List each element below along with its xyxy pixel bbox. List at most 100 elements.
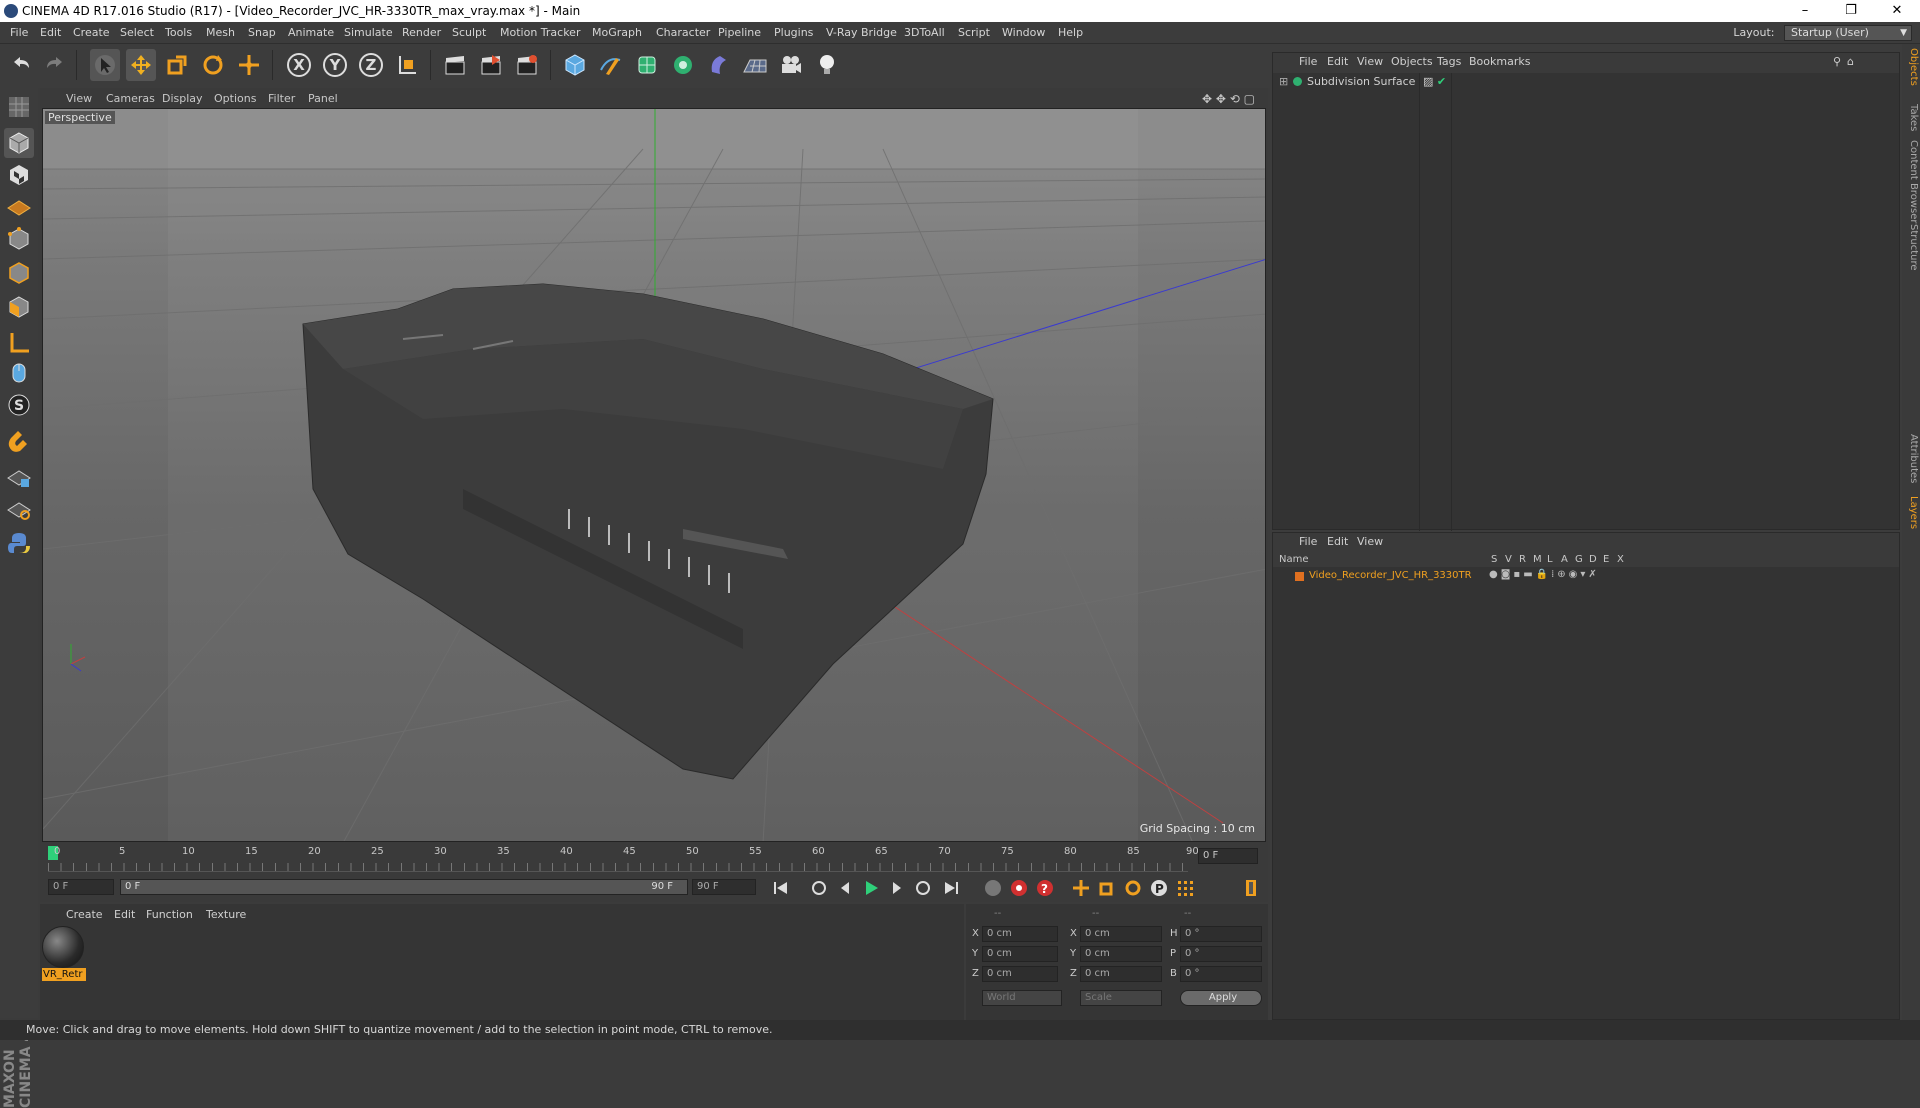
snap-button[interactable]: [4, 426, 34, 456]
object-tag-icons[interactable]: ▨ ✔: [1423, 75, 1446, 88]
prev-key-button[interactable]: [808, 877, 830, 899]
viewport-menu-display[interactable]: Display: [162, 92, 203, 105]
menu-render[interactable]: Render: [402, 26, 441, 39]
col-g[interactable]: G: [1575, 554, 1583, 565]
menu-3dtoall[interactable]: 3DToAll: [904, 26, 945, 39]
objects-menu-file[interactable]: File: [1299, 55, 1317, 68]
texture-mode-button[interactable]: [4, 160, 34, 190]
planar-workplane-button[interactable]: [4, 494, 34, 524]
objects-menu-tags[interactable]: Tags: [1437, 55, 1461, 68]
timeline-ruler[interactable]: 0 5 10 15 20 25 30 35 40 45 50 55 60 65 …: [48, 844, 1199, 872]
menu-sculpt[interactable]: Sculpt: [452, 26, 486, 39]
frame-range-slider[interactable]: 0 F 90 F: [120, 879, 688, 895]
next-key-button[interactable]: [912, 877, 934, 899]
col-l[interactable]: L: [1547, 554, 1553, 565]
layer-row[interactable]: Video_Recorder_JVC_HR_3330TR ●◙▪▬🔒⁞⊕◉▾✗: [1273, 569, 1899, 585]
layers-menu-view[interactable]: View: [1357, 535, 1383, 548]
y-axis-button[interactable]: Y: [320, 49, 350, 81]
render-view-button[interactable]: [440, 49, 470, 81]
record-button[interactable]: [1008, 877, 1030, 899]
tab-layers[interactable]: Layers: [1903, 496, 1919, 529]
goto-end-button[interactable]: [940, 877, 962, 899]
objects-menu-edit[interactable]: Edit: [1327, 55, 1348, 68]
col-v[interactable]: V: [1505, 554, 1512, 565]
redo-button[interactable]: [40, 49, 70, 81]
tab-content-browser[interactable]: Content Browser: [1903, 140, 1919, 223]
timeline-window-button[interactable]: [1240, 877, 1262, 899]
menu-character[interactable]: Character: [656, 26, 710, 39]
material-swatch[interactable]: VR_Retr: [42, 926, 86, 984]
layer-color-swatch[interactable]: [1295, 572, 1304, 581]
tab-structure[interactable]: Structure: [1903, 224, 1919, 271]
menu-create[interactable]: Create: [73, 26, 110, 39]
cube-object-button[interactable]: [560, 49, 590, 81]
apply-button[interactable]: Apply: [1180, 990, 1262, 1006]
rotation-p-field[interactable]: 0 °: [1180, 946, 1262, 962]
viewport-menu-options[interactable]: Options: [214, 92, 256, 105]
deformer-button[interactable]: [704, 49, 734, 81]
menu-window[interactable]: Window: [1002, 26, 1045, 39]
axis-mode-button[interactable]: [4, 328, 34, 358]
col-x[interactable]: X: [1617, 554, 1624, 565]
cloner-button[interactable]: [668, 49, 698, 81]
size-z-field[interactable]: 0 cm: [1080, 966, 1162, 982]
start-frame-field[interactable]: 0 F: [48, 879, 114, 895]
col-r[interactable]: R: [1519, 554, 1526, 565]
undo-button[interactable]: [6, 49, 36, 81]
menu-plugins[interactable]: Plugins: [774, 26, 813, 39]
material-menu-function[interactable]: Function: [146, 908, 193, 921]
render-settings-button[interactable]: [512, 49, 542, 81]
end-frame-field[interactable]: 90 F: [692, 879, 756, 895]
minimize-button[interactable]: –: [1782, 0, 1828, 22]
objects-menu-view[interactable]: View: [1357, 55, 1383, 68]
autokey-button[interactable]: ?: [1034, 877, 1056, 899]
search-icon[interactable]: ⚲: [1833, 55, 1841, 68]
goto-start-button[interactable]: [770, 877, 792, 899]
viewport-menu-filter[interactable]: Filter: [268, 92, 295, 105]
current-frame-field[interactable]: 0 F: [1198, 848, 1258, 864]
maximize-button[interactable]: ❐: [1828, 0, 1874, 22]
layout-dropdown[interactable]: Startup (User) ▼: [1784, 25, 1912, 41]
material-menu-texture[interactable]: Texture: [206, 908, 246, 921]
next-frame-button[interactable]: [886, 877, 908, 899]
render-picture-viewer-button[interactable]: [476, 49, 506, 81]
col-m[interactable]: M: [1533, 554, 1542, 565]
motion-record-button[interactable]: [982, 877, 1004, 899]
key-rotation-button[interactable]: [1122, 877, 1144, 899]
floor-button[interactable]: [740, 49, 770, 81]
workplane-button[interactable]: [4, 190, 34, 220]
layers-menu-file[interactable]: File: [1299, 535, 1317, 548]
key-parameter-button[interactable]: P: [1148, 877, 1170, 899]
z-axis-button[interactable]: Z: [356, 49, 386, 81]
col-d[interactable]: D: [1589, 554, 1597, 565]
layer-toggle-icons[interactable]: ●◙▪▬🔒⁞⊕◉▾✗: [1489, 569, 1600, 580]
material-menu-edit[interactable]: Edit: [114, 908, 135, 921]
point-mode-button[interactable]: [4, 224, 34, 254]
size-x-field[interactable]: 0 cm: [1080, 926, 1162, 942]
menu-pipeline[interactable]: Pipeline: [718, 26, 761, 39]
menu-motion-tracker[interactable]: Motion Tracker: [500, 26, 580, 39]
edge-mode-button[interactable]: [4, 258, 34, 288]
polygon-mode-button[interactable]: [4, 292, 34, 322]
transform-tool-button[interactable]: [234, 49, 264, 81]
material-menu-create[interactable]: Create: [66, 908, 103, 921]
viewport-nav-icons[interactable]: ✥ ✥ ⟲ ▢: [1202, 92, 1255, 106]
expand-icon[interactable]: ⊞: [1279, 75, 1288, 88]
menu-vray-bridge[interactable]: V-Ray Bridge: [826, 26, 897, 39]
menu-mograph[interactable]: MoGraph: [592, 26, 642, 39]
key-scale-button[interactable]: [1096, 877, 1118, 899]
make-editable-button[interactable]: [4, 92, 34, 122]
menu-mesh[interactable]: Mesh: [206, 26, 235, 39]
objects-menu-objects[interactable]: Objects: [1391, 55, 1433, 68]
menu-file[interactable]: File: [10, 26, 28, 39]
select-tool-button[interactable]: [90, 49, 120, 81]
x-axis-button[interactable]: X: [284, 49, 314, 81]
timeline[interactable]: 0 5 10 15 20 25 30 35 40 45 50 55 60 65 …: [40, 844, 1268, 872]
play-button[interactable]: [860, 877, 882, 899]
light-button[interactable]: [812, 49, 842, 81]
move-tool-button[interactable]: [126, 49, 156, 81]
objects-menu-bookmarks[interactable]: Bookmarks: [1469, 55, 1530, 68]
position-x-field[interactable]: 0 cm: [982, 926, 1058, 942]
object-row[interactable]: ⊞ Subdivision Surface ▨ ✔: [1273, 73, 1899, 91]
col-e[interactable]: E: [1603, 554, 1609, 565]
